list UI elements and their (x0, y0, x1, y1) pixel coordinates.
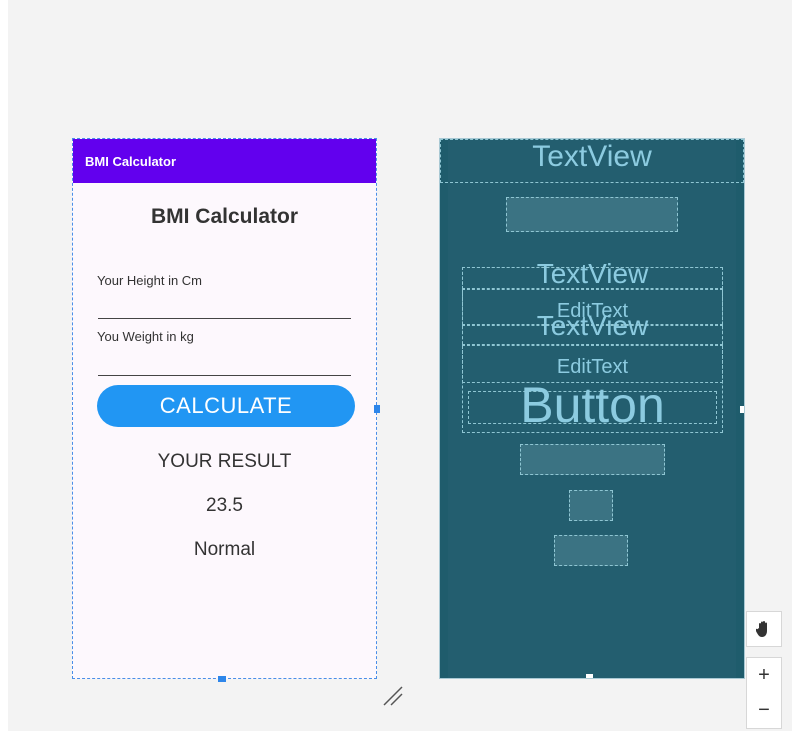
weight-label[interactable]: You Weight in kg (97, 329, 194, 344)
calculate-button[interactable]: CALCULATE (97, 385, 355, 427)
resize-handle-right[interactable] (374, 405, 380, 413)
bp-result-value-textview[interactable] (569, 490, 613, 521)
bp-textview-2[interactable]: TextView (462, 310, 723, 345)
blueprint-view[interactable]: TextView TextView EditText TextView Edit… (439, 138, 745, 679)
result-value[interactable]: 23.5 (73, 495, 376, 517)
result-category[interactable]: Normal (73, 539, 376, 561)
bp-resize-handle-right[interactable] (740, 406, 744, 413)
bp-textview-1[interactable]: TextView (462, 258, 723, 289)
app-bar-title: BMI Calculator (85, 153, 177, 169)
app-bar: BMI Calculator (73, 139, 376, 183)
zoom-out-button[interactable]: − (758, 699, 770, 722)
bp-resize-handle-bottom[interactable] (586, 674, 593, 678)
height-edittext[interactable] (98, 318, 351, 319)
title-text[interactable]: BMI Calculator (73, 205, 376, 229)
resize-handle-bottom[interactable] (218, 676, 226, 682)
bp-toolbar-textview-label: TextView (532, 140, 652, 173)
bp-toolbar-textview[interactable]: TextView (440, 139, 744, 183)
bp-result-category-textview[interactable] (554, 535, 628, 566)
zoom-in-button[interactable]: + (758, 664, 770, 687)
bp-textview-2-label: TextView (536, 310, 649, 341)
zoom-controls: + − (746, 657, 782, 729)
bp-button[interactable]: Button (468, 377, 717, 433)
hand-icon (756, 621, 767, 637)
weight-edittext[interactable] (98, 375, 351, 376)
bp-button-label: Button (520, 377, 665, 433)
result-label[interactable]: YOUR RESULT (73, 451, 376, 473)
height-label[interactable]: Your Height in Cm (97, 273, 202, 288)
bp-textview-1-label: TextView (536, 258, 649, 289)
pan-button[interactable] (746, 611, 782, 647)
bp-result-label-textview[interactable] (520, 444, 665, 475)
bp-title-textview[interactable] (506, 197, 678, 232)
resize-handle-icon[interactable] (380, 683, 404, 707)
design-view-phone[interactable]: BMI Calculator BMI Calculator Your Heigh… (72, 138, 380, 682)
